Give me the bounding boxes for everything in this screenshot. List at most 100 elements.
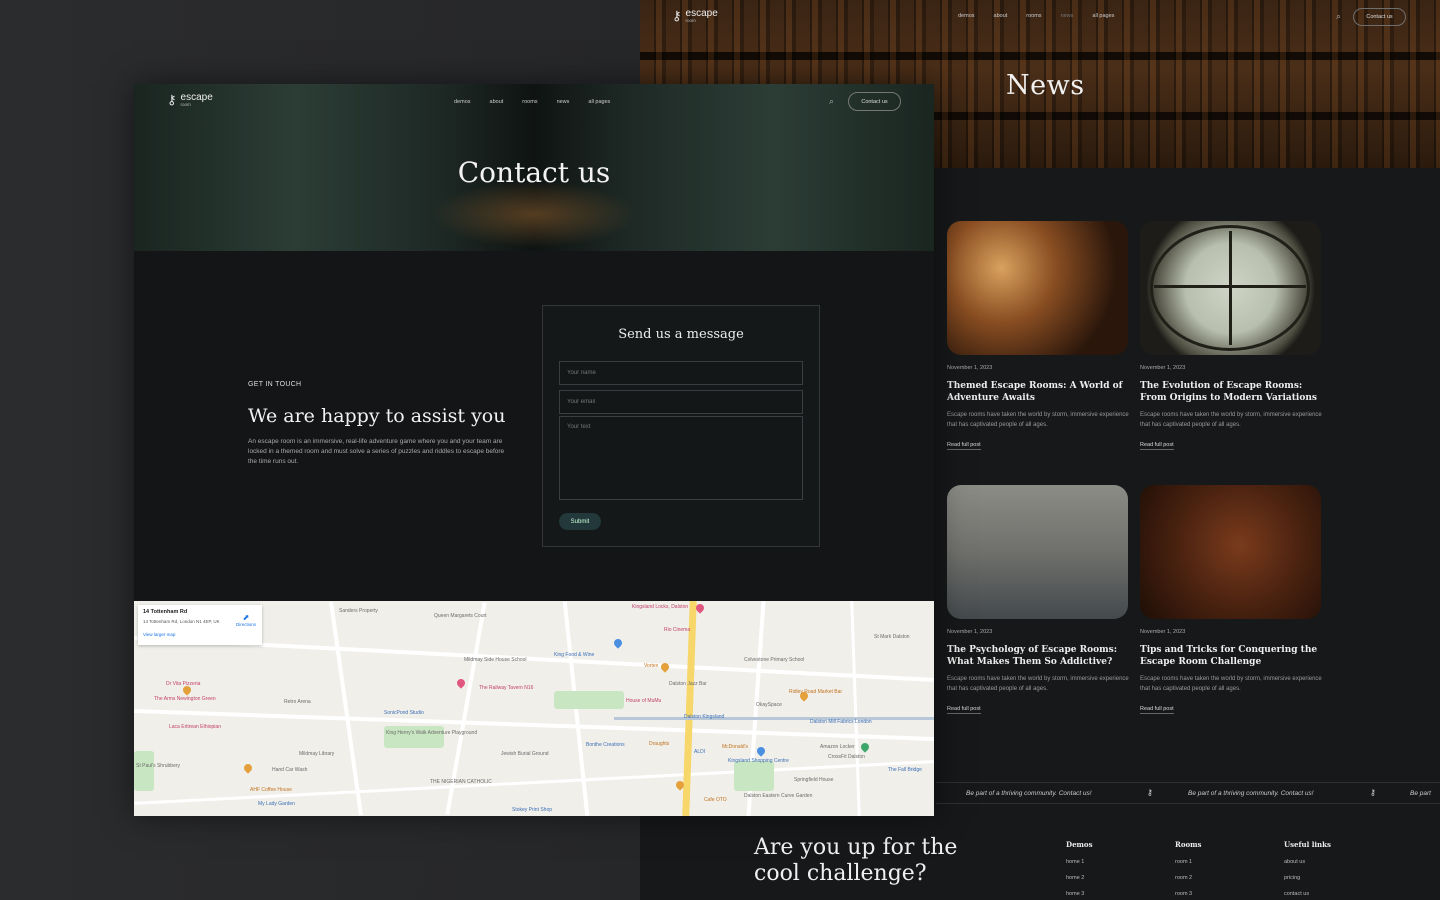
- logo-sub: room: [180, 102, 191, 108]
- news-card[interactable]: November 1, 2023 Tips and Tricks for Con…: [1140, 485, 1326, 715]
- contact-us-button[interactable]: Contact us: [1353, 8, 1406, 26]
- nav-rooms[interactable]: rooms: [522, 99, 537, 105]
- nav-all-pages[interactable]: all pages: [588, 99, 610, 105]
- news-card-title[interactable]: The Evolution of Escape Rooms: From Orig…: [1140, 380, 1326, 404]
- map-label: AHF Coffee House: [250, 787, 292, 793]
- map-label: Kingsland Locks, Dalston: [632, 604, 689, 610]
- nav-demos[interactable]: demos: [958, 13, 975, 19]
- map-label: Bonthe Creations: [586, 742, 625, 748]
- contact-logo[interactable]: ⚷ escape room: [167, 93, 213, 108]
- form-title: Send us a message: [618, 327, 744, 342]
- map-label: Draughts: [649, 741, 670, 747]
- map-pin-icon[interactable]: [455, 677, 467, 689]
- map-label: Queen Margarets Court: [434, 613, 487, 619]
- nav-demos[interactable]: demos: [454, 99, 471, 105]
- submit-button[interactable]: Submit: [559, 513, 601, 530]
- read-full-post-link[interactable]: Read full post: [947, 442, 981, 450]
- map-pin-icon[interactable]: [755, 745, 767, 757]
- map-label: McDonald's: [722, 744, 748, 750]
- directions-label: Directions: [235, 622, 256, 627]
- map-label: The Railway Tavern N16: [479, 685, 534, 691]
- map-label: Mildmay Library: [299, 751, 335, 757]
- map-pin-icon[interactable]: [242, 762, 254, 774]
- nav-about[interactable]: about: [490, 99, 504, 105]
- news-card-image[interactable]: [947, 221, 1128, 355]
- footer-link[interactable]: room 1: [1175, 859, 1202, 865]
- map-label: OkaySpace: [756, 702, 782, 708]
- name-field[interactable]: [559, 361, 803, 385]
- news-card-title[interactable]: Tips and Tricks for Conquering the Escap…: [1140, 644, 1326, 668]
- footer-link[interactable]: pricing: [1284, 875, 1331, 881]
- read-full-post-link[interactable]: Read full post: [947, 706, 981, 714]
- map-label: King Food & Wine: [554, 652, 595, 658]
- news-card-image[interactable]: [1140, 485, 1321, 619]
- footer-link[interactable]: contact us: [1284, 891, 1331, 897]
- nav-rooms[interactable]: rooms: [1026, 13, 1041, 19]
- ticker-text[interactable]: Be part: [1410, 790, 1431, 797]
- footer-link[interactable]: home 1: [1066, 859, 1093, 865]
- read-full-post-link[interactable]: Read full post: [1140, 442, 1174, 450]
- news-card-date: November 1, 2023: [1140, 365, 1186, 371]
- contact-page: ⚷ escape room demos about rooms news all…: [134, 84, 934, 816]
- ticker-text[interactable]: Be part of a thriving community. Contact…: [1188, 790, 1314, 797]
- contact-us-button[interactable]: Contact us: [848, 92, 901, 111]
- map-road: [850, 601, 861, 816]
- map-label: St Paul's Shrubbery: [136, 763, 181, 769]
- news-card[interactable]: November 1, 2023 The Evolution of Escape…: [1140, 221, 1326, 451]
- map-label: Rio Cinema: [664, 627, 691, 633]
- footer-link[interactable]: room 2: [1175, 875, 1202, 881]
- footer-cta-line: cool challenge?: [754, 861, 927, 886]
- news-card[interactable]: November 1, 2023 The Psychology of Escap…: [947, 485, 1133, 715]
- map-label: Colvestone Primary School: [744, 657, 805, 663]
- map-label: Retro Arena: [284, 699, 311, 705]
- directions-button[interactable]: ⬈ Directions: [236, 613, 256, 627]
- news-logo[interactable]: ⚷ escape room: [672, 9, 718, 24]
- footer-link[interactable]: home 3: [1066, 891, 1093, 897]
- map-label: Stokey Print Shop: [512, 807, 553, 813]
- map-label: Springfield House: [794, 777, 834, 783]
- page-title: Contact us: [457, 156, 611, 189]
- news-card-title[interactable]: The Psychology of Escape Rooms: What Mak…: [947, 644, 1133, 668]
- news-card-excerpt: Escape rooms have taken the world by sto…: [947, 676, 1129, 692]
- map-pin-icon[interactable]: [612, 637, 624, 649]
- map-label: Ridley Road Market Bar: [789, 689, 843, 695]
- footer-column-useful-links: Useful links about us pricing contact us: [1284, 840, 1331, 900]
- map-road: [134, 709, 934, 741]
- map-label: Vortex: [644, 663, 659, 669]
- read-full-post-link[interactable]: Read full post: [1140, 706, 1174, 714]
- map-label: Cafe OTO: [704, 797, 727, 803]
- marquee-ticker[interactable]: Be part of a thriving community. Contact…: [936, 782, 1440, 804]
- footer-heading: Rooms: [1175, 840, 1202, 849]
- footer-link[interactable]: home 2: [1066, 875, 1093, 881]
- footer-cta-heading: Are you up for the cool challenge?: [754, 835, 957, 887]
- map-pin-icon[interactable]: [859, 741, 871, 753]
- map-label: Sanders Property: [339, 608, 378, 614]
- map-label: Hand Car Wash: [272, 767, 308, 773]
- google-map[interactable]: Sanders Property Queen Margarets Court K…: [134, 601, 934, 816]
- eyebrow-label: GET IN TOUCH: [248, 381, 302, 388]
- news-card-title[interactable]: Themed Escape Rooms: A World of Adventur…: [947, 380, 1133, 404]
- footer-heading: Useful links: [1284, 840, 1331, 849]
- nav-news[interactable]: news: [557, 99, 570, 105]
- nav-news[interactable]: news: [1061, 13, 1074, 19]
- screenshot-stage: ⚷ escape room demos about rooms news all…: [0, 0, 1440, 900]
- email-field[interactable]: [559, 390, 803, 414]
- ticker-text[interactable]: Be part of a thriving community. Contact…: [966, 790, 1092, 797]
- news-card-date: November 1, 2023: [1140, 629, 1186, 635]
- footer-link[interactable]: about us: [1284, 859, 1331, 865]
- search-icon[interactable]: ⌕: [1336, 11, 1341, 22]
- footer-link[interactable]: room 3: [1175, 891, 1202, 897]
- nav-all-pages[interactable]: all pages: [1092, 13, 1114, 19]
- view-larger-map-link[interactable]: View larger map: [143, 632, 257, 637]
- search-icon[interactable]: ⌕: [829, 96, 834, 107]
- news-card-image[interactable]: [1140, 221, 1321, 355]
- page-title: News: [1006, 70, 1085, 101]
- message-textarea[interactable]: [559, 416, 803, 500]
- news-card-image[interactable]: [947, 485, 1128, 619]
- map-info-card: 14 Tottenham Rd 14 Tottenham Rd, London …: [138, 605, 262, 645]
- news-card[interactable]: November 1, 2023 Themed Escape Rooms: A …: [947, 221, 1133, 451]
- news-card-excerpt: Escape rooms have taken the world by sto…: [1140, 412, 1322, 428]
- map-label: House of MuMu: [626, 698, 662, 704]
- nav-about[interactable]: about: [994, 13, 1008, 19]
- map-road: [329, 601, 363, 816]
